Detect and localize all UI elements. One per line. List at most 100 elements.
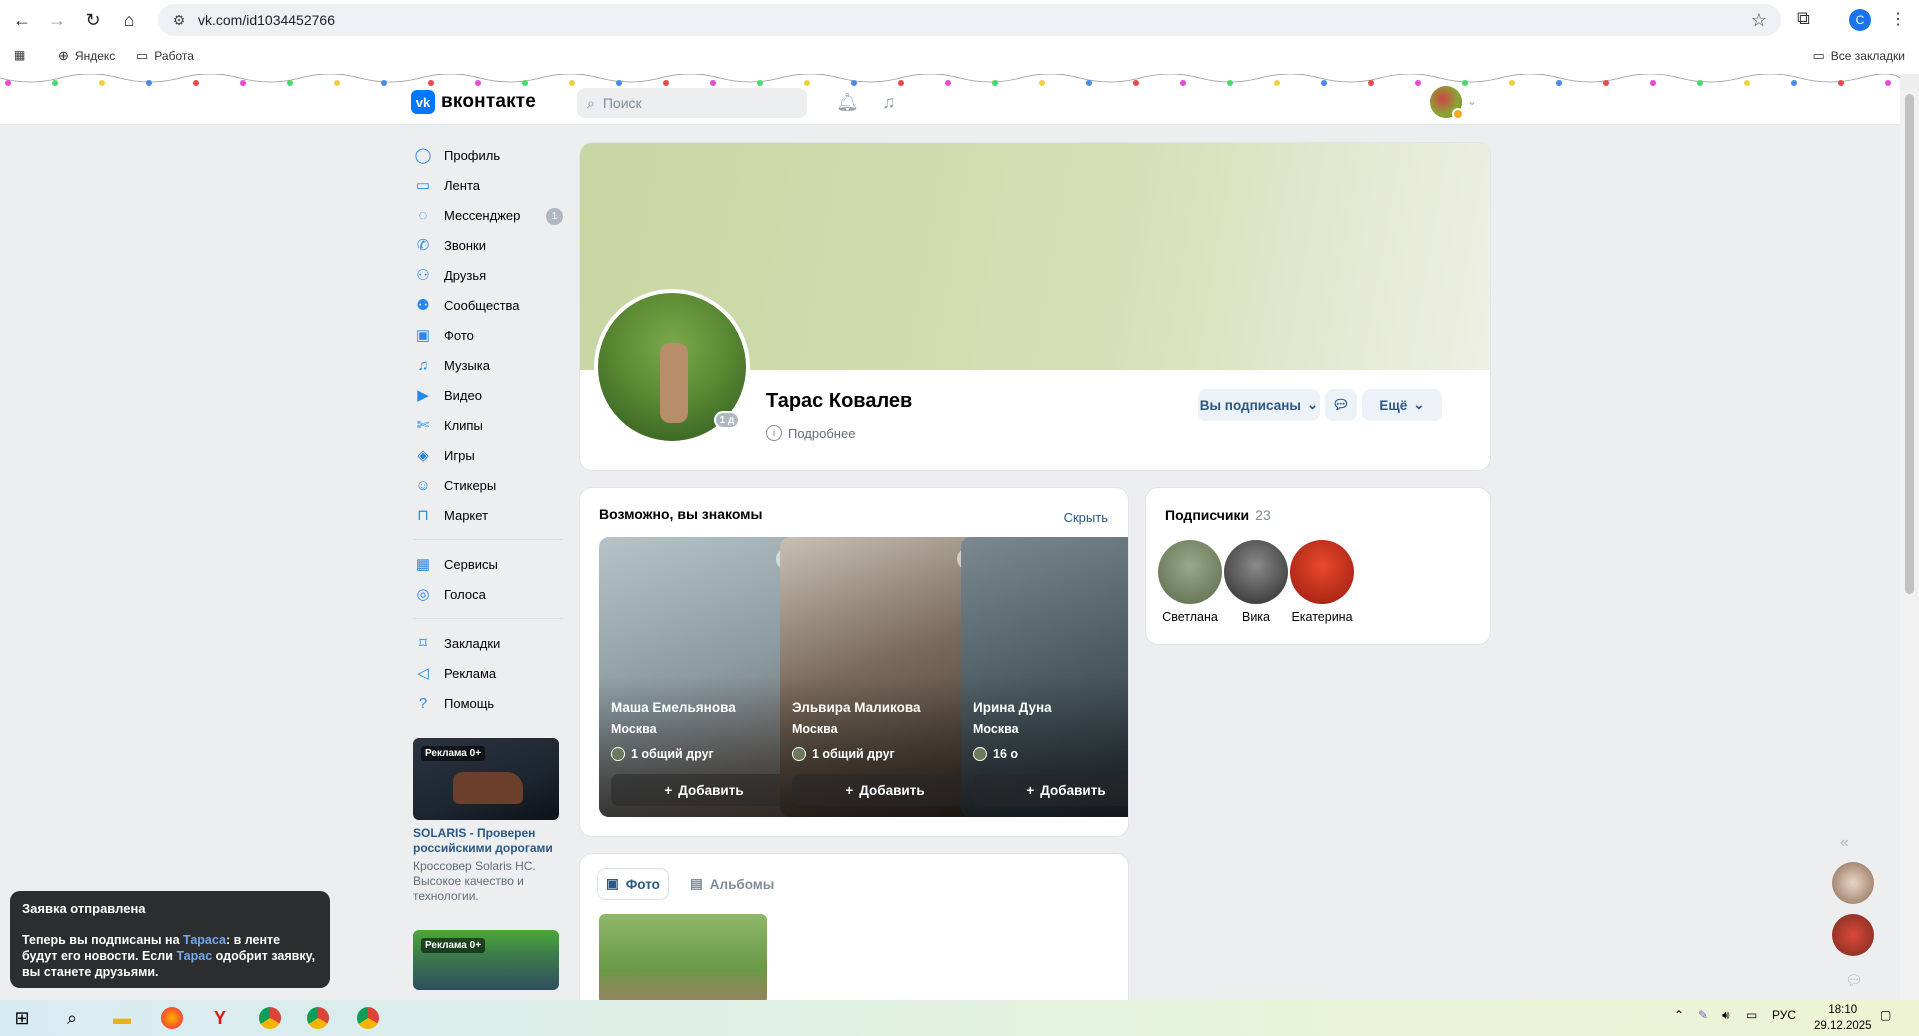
network-icon[interactable]: ▭ [1746,1008,1757,1022]
sidebar-item-photo[interactable]: ▣ Фото [413,320,563,350]
vk-logo[interactable]: vk вконтакте [411,90,536,114]
collapse-icon[interactable]: « [1840,834,1849,852]
search-input[interactable] [602,95,783,111]
firefox-icon[interactable] [160,1006,184,1030]
bookmark-rabota[interactable]: ▭ Работа [136,48,194,64]
photo-thumbnail[interactable] [599,914,767,1000]
bookmark-star-icon[interactable]: ☆ [1751,10,1767,31]
user-avatar-menu[interactable] [1430,86,1464,120]
file-explorer-icon[interactable]: ▬ [110,1006,134,1030]
toast-profile-link[interactable]: Тарас [176,949,212,963]
pen-icon[interactable]: ✎ [1698,1008,1708,1022]
search-icon[interactable]: ⌕ [60,1006,84,1030]
suggestion-name[interactable]: Маша Емельянова [611,700,736,715]
scrollbar-thumb[interactable] [1905,94,1914,594]
chrome-icon[interactable] [306,1006,330,1030]
home-icon[interactable]: ⌂ [115,6,143,34]
yandex-browser-icon[interactable]: Y [208,1006,232,1030]
mutual-friends[interactable]: 1 общий друг [611,747,714,761]
ad-image[interactable]: Реклама 0+ [413,738,559,820]
system-clock[interactable]: 18:10 29.12.2025 [1814,1002,1872,1034]
site-settings-icon[interactable]: ⚙ [170,11,188,29]
chat-icon[interactable]: 💬︎ [1845,972,1863,989]
add-friend-button[interactable]: + Добавить [611,774,797,806]
subscriber-avatar[interactable] [1224,540,1288,604]
sidebar-item-video[interactable]: ▶ Видео [413,380,563,410]
sidebar-item-bookmark[interactable]: ⌑ Закладки [413,628,563,658]
garland-bulb [1697,80,1703,86]
notification-center-icon[interactable]: ▢ [1880,1008,1891,1022]
suggestion-name[interactable]: Ирина Дуна [973,700,1052,715]
garland-bulb [1650,80,1656,86]
subscriber-name[interactable]: Екатерина [1282,610,1362,624]
sidebar-item-friends[interactable]: ⚇ Друзья [413,260,563,290]
music-player-icon[interactable]: ♫ [882,92,896,113]
sidebar-item-services[interactable]: ▦ Сервисы [413,549,563,579]
message-button[interactable]: 💬︎ [1325,389,1357,421]
apps-icon[interactable]: ▦ [14,48,25,62]
ad-image[interactable]: Реклама 0+ [413,930,559,990]
add-friend-button[interactable]: + Добавить [973,774,1128,806]
bookmark-yandex[interactable]: ⊕ Яндекс [58,48,115,64]
toast-profile-link[interactable]: Тараса [183,933,226,947]
sidebar-item-votes[interactable]: ◎ Голоса [413,579,563,609]
subscriber-item[interactable]: Екатерина [1282,540,1362,624]
forward-button[interactable]: → [43,6,71,34]
sidebar-item-music[interactable]: ♫ Музыка [413,350,563,380]
sidebar-item-user[interactable]: ◯ Профиль [413,140,563,170]
chat-contact-avatar[interactable] [1832,862,1874,904]
subscribers-title[interactable]: Подписчики 23 [1165,507,1271,523]
mutual-friends[interactable]: 1 общий друг [792,747,895,761]
notifications-bell-icon[interactable]: 🔔︎ [836,92,859,113]
subscriber-avatar[interactable] [1158,540,1222,604]
subscriber-avatar[interactable] [1290,540,1354,604]
sidebar-item-clips[interactable]: ✄ Клипы [413,410,563,440]
browser-menu-icon[interactable]: ⋮ [1890,9,1906,29]
sidebar-item-market[interactable]: ⊓ Маркет [413,500,563,530]
search-box[interactable]: ⌕ [577,88,807,118]
subscribed-button[interactable]: Вы подписаны ⌄ [1198,389,1320,421]
hide-suggestions-link[interactable]: Скрыть [1064,510,1108,525]
sidebar-item-stickers[interactable]: ☺ Стикеры [413,470,563,500]
extensions-icon[interactable]: ⧉ [1797,8,1810,29]
bookmark-label: Работа [154,49,194,63]
language-indicator[interactable]: РУС [1772,1008,1796,1022]
address-bar[interactable]: ⚙ vk.com/id1034452766 ☆ [158,4,1781,36]
tray-chevron-icon[interactable]: ⌃ [1674,1008,1684,1022]
sidebar-item-help[interactable]: ? Помощь [413,688,563,718]
all-bookmarks[interactable]: ▭ Все закладки [1813,48,1906,64]
tab-albums[interactable]: ▤ Альбомы [682,869,782,899]
page-scrollbar[interactable] [1900,90,1919,1000]
suggestion-card[interactable]: Ирина Дуна Москва 16 о + Добавить [961,537,1128,817]
browser-profile-avatar[interactable]: C [1849,9,1871,31]
more-actions-button[interactable]: Ещё ⌄ [1362,389,1442,421]
chat-contact-avatar[interactable] [1832,914,1874,956]
sidebar-item-groups[interactable]: ⚉ Сообщества [413,290,563,320]
reload-button[interactable]: ↻ [79,6,107,34]
profile-more-info[interactable]: i Подробнее [766,425,855,441]
volume-icon[interactable]: 🔊︎ [1722,1008,1730,1023]
ad-block-2[interactable]: Реклама 0+ [413,930,559,990]
url-text[interactable]: vk.com/id1034452766 [198,12,335,28]
mutual-friends[interactable]: 16 о [973,747,1018,761]
ad-block[interactable]: Реклама 0+ SOLARIS - Проверен российским… [413,738,559,904]
sidebar-item-games[interactable]: ◈ Игры [413,440,563,470]
sidebar-item-message[interactable]: ◌ Мессенджер 1 [413,200,563,230]
suggestion-card[interactable]: ✕Эльвира МаликоваМосква1 общий друг+Доба… [780,537,990,817]
sidebar-item-feed[interactable]: ▭ Лента [413,170,563,200]
chevron-down-icon[interactable]: ⌄ [1467,94,1477,108]
windows-start-icon[interactable]: ⊞ [10,1006,34,1030]
suggestion-name[interactable]: Эльвира Маликова [792,700,921,715]
subscribed-label: Вы подписаны [1199,397,1301,413]
ad-title[interactable]: SOLARIS - Проверен российскими дорогами [413,826,559,856]
add-friend-button[interactable]: + Добавить [792,774,978,806]
sidebar-item-phone[interactable]: ✆ Звонки [413,230,563,260]
message-icon: ◌ [418,206,428,224]
sidebar-item-ads[interactable]: ◁ Реклама [413,658,563,688]
back-button[interactable]: ← [8,6,36,34]
tab-photos[interactable]: ▣ Фото [598,869,668,899]
mutual-friends-label: 1 общий друг [812,747,895,761]
chrome-icon[interactable] [356,1006,380,1030]
chrome-icon[interactable] [258,1006,282,1030]
suggestion-card[interactable]: ✕Маша ЕмельяноваМосква1 общий друг+Добав… [599,537,809,817]
